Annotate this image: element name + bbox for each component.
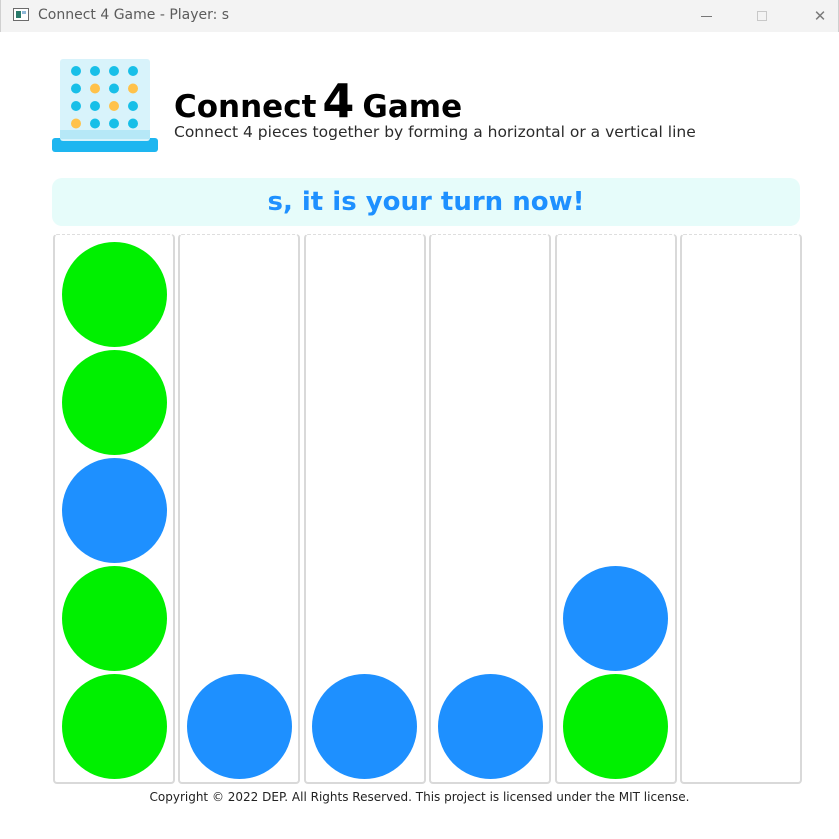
green-piece [61,242,167,347]
blue-piece [61,458,167,563]
game-board [53,234,802,784]
close-button[interactable]: ✕ [797,0,839,32]
maximize-button[interactable] [739,0,785,32]
blue-piece [437,674,543,779]
minimize-button[interactable] [683,0,729,32]
blue-piece [563,566,669,671]
green-piece [563,674,669,779]
blue-piece [186,674,292,779]
board-column-1[interactable] [53,234,175,784]
board-column-5[interactable] [554,234,677,784]
board-column-2[interactable] [178,234,301,784]
game-content: Connect 4 Game Connect 4 pieces together b… [2,32,837,839]
green-piece [61,566,167,671]
title-word-game: Game [362,89,463,125]
window-titlebar: Connect 4 Game - Player: s ✕ [0,0,839,32]
title-number: 4 [322,74,355,128]
minimize-icon [700,15,712,17]
board-column-6[interactable] [680,234,802,784]
board-column-4[interactable] [429,234,552,784]
green-piece [61,674,167,779]
board-column-3[interactable] [303,234,426,784]
blue-piece [312,674,418,779]
close-icon: ✕ [813,7,827,25]
page-title: Connect 4 Game [174,74,462,128]
green-piece [61,350,167,455]
title-word-connect: Connect [174,89,317,125]
turn-status-banner: s, it is your turn now! [52,178,800,226]
maximize-icon [757,11,767,21]
page-subtitle: Connect 4 pieces together by forming a h… [174,123,696,141]
copyright-footer: Copyright © 2022 DEP. All Rights Reserve… [149,790,690,804]
app-icon [13,8,29,21]
window-title: Connect 4 Game - Player: s [38,7,230,23]
connect4-board-icon [52,59,158,152]
